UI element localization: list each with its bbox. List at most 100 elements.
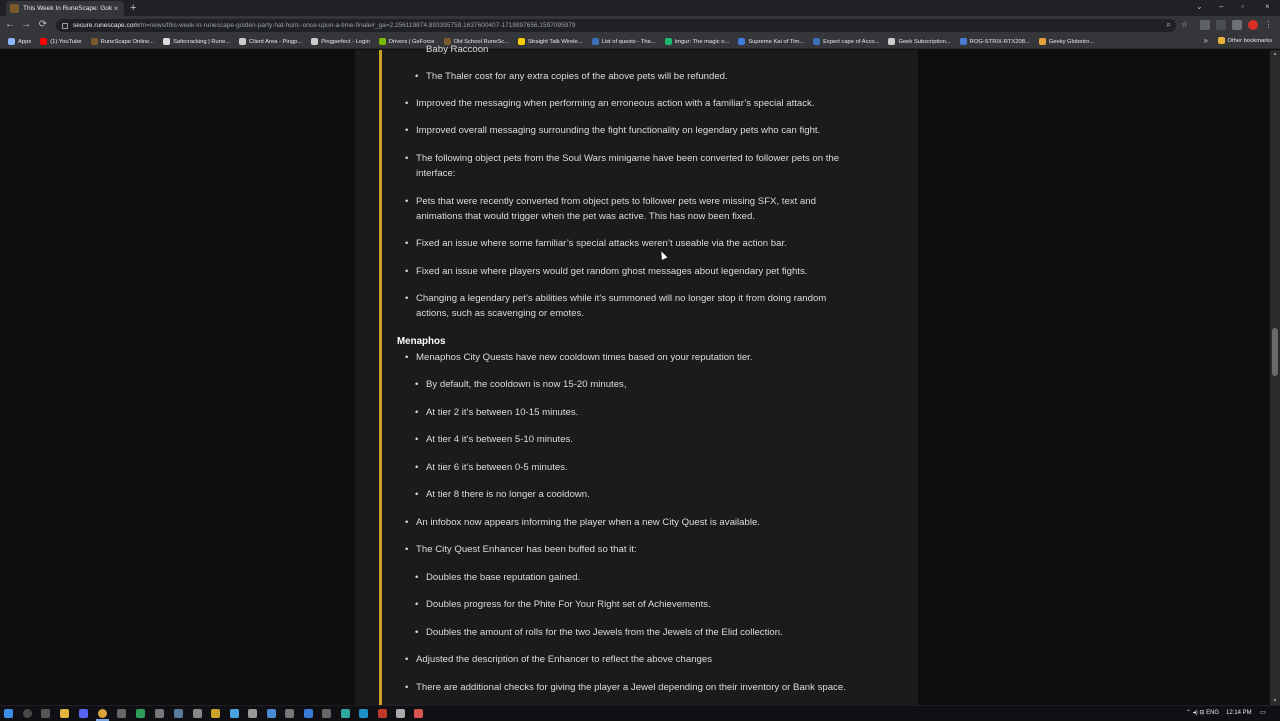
bookmark-item[interactable]: Geek Subscription... xyxy=(888,38,951,45)
taskbar-app-icon[interactable] xyxy=(248,709,257,718)
taskbar-app-icon[interactable] xyxy=(304,709,313,718)
sub-list-item: Baby Raccoon xyxy=(426,44,489,55)
other-bookmarks-folder[interactable]: Other bookmarks xyxy=(1217,37,1272,44)
bookmark-label: Client Area - Pingp... xyxy=(249,38,303,45)
taskbar-app-icon[interactable] xyxy=(211,709,220,718)
taskbar-app-icon[interactable] xyxy=(341,709,350,718)
bookmark-label: Straight Talk Wirele... xyxy=(527,38,583,45)
tab-search-icon[interactable]: ⌄ xyxy=(1196,1,1203,13)
bookmark-item[interactable]: Imgur: The magic o... xyxy=(664,38,729,45)
taskbar-app-icon[interactable] xyxy=(230,709,239,718)
discord-icon[interactable] xyxy=(79,709,88,718)
taskbar-app-icon[interactable] xyxy=(396,709,405,718)
section-heading-menaphos: Menaphos xyxy=(397,336,446,347)
rog-icon xyxy=(959,38,967,45)
list-item: There are additional checks for giving t… xyxy=(405,680,846,695)
bookmark-item[interactable]: RuneScape Online... xyxy=(90,38,154,45)
extension-icon[interactable] xyxy=(1200,20,1210,30)
taskbar-app-icon[interactable] xyxy=(136,709,145,718)
taskbar-app-icon[interactable] xyxy=(155,709,164,718)
apps-grid-icon xyxy=(8,38,15,45)
bookmark-item[interactable]: Geeky Globetro... xyxy=(1038,38,1094,45)
taskbar-app-icon[interactable] xyxy=(267,709,276,718)
bookmark-label: Supreme Kai of Tim... xyxy=(748,38,805,45)
browser-tab-active[interactable]: This Week In RuneScape: Golden × xyxy=(6,1,124,16)
sub-list-item: At tier 2 it’s between 10-15 minutes. xyxy=(415,405,578,420)
list-item: Pets that were recently converted from o… xyxy=(405,194,816,209)
taskbar-app-icon[interactable] xyxy=(117,709,126,718)
more-bookmarks-icon[interactable]: » xyxy=(1204,36,1208,45)
sub-list-item: At tier 8 there is no longer a cooldown. xyxy=(415,487,590,502)
bookmark-label: List of quests - The... xyxy=(601,38,656,45)
list-item: Improved the messaging when performing a… xyxy=(405,96,815,111)
page-scrollbar[interactable]: ▲ ▼ xyxy=(1270,50,1280,705)
tab-title: This Week In RuneScape: Golden xyxy=(23,5,112,12)
file-explorer-icon[interactable] xyxy=(60,709,69,718)
list-item: Fixed an issue where some familiar’s spe… xyxy=(405,236,787,251)
bookmark-label: ROG-STRIX-RTX208... xyxy=(969,38,1030,45)
bookmark-item[interactable]: Expert cape of Acco... xyxy=(813,38,879,45)
profile-avatar-icon[interactable] xyxy=(1248,20,1258,30)
list-item: actions, such as scavenging or emotes. xyxy=(416,308,584,319)
bookmark-item[interactable]: Pingperfect - Login xyxy=(311,38,370,45)
zoom-icon[interactable]: ⌕ xyxy=(1164,20,1173,29)
list-item: animations that would trigger when the p… xyxy=(416,211,755,222)
bookmark-item[interactable]: Apps xyxy=(8,38,31,45)
taskbar-app-icon[interactable] xyxy=(174,709,183,718)
taskbar-app-icon[interactable] xyxy=(193,709,202,718)
windows-taskbar: ⌃ ◂) ⊟ ENG 12:14 PM ▭ xyxy=(0,705,1280,721)
straighttalk-icon xyxy=(517,38,525,45)
bookmark-item[interactable]: ROG-STRIX-RTX208... xyxy=(959,38,1030,45)
list-item: Changing a legendary pet’s abilities whi… xyxy=(405,291,826,306)
bookmark-item[interactable]: Supreme Kai of Tim... xyxy=(738,38,804,45)
bookmark-item[interactable]: (1) YouTube xyxy=(40,38,82,45)
geforce-icon xyxy=(378,38,386,45)
bookmark-label: Apps xyxy=(18,38,32,45)
list-item: Improved overall messaging surrounding t… xyxy=(405,123,820,138)
bookmark-label: (1) YouTube xyxy=(50,38,82,45)
close-window-button[interactable]: × xyxy=(1265,1,1270,13)
puzzle-extensions-icon[interactable] xyxy=(1232,20,1242,30)
bookmark-item[interactable]: Client Area - Pingp... xyxy=(239,38,302,45)
taskbar-app-icon[interactable] xyxy=(359,709,368,718)
new-tab-button[interactable]: + xyxy=(130,1,136,15)
bookmark-label: Pingperfect - Login xyxy=(321,38,370,45)
chrome-icon[interactable] xyxy=(98,709,107,718)
bookmark-item[interactable]: Straight Talk Wirele... xyxy=(517,38,583,45)
sub-list-item: Doubles progress for the Phite For Your … xyxy=(415,597,711,612)
globe-icon xyxy=(1038,38,1046,45)
notifications-icon[interactable]: ▭ xyxy=(1260,708,1266,719)
bookmarks-bar: Apps (1) YouTube RuneScape Online... Safecr… xyxy=(0,35,1280,49)
taskbar-app-icon[interactable] xyxy=(414,709,423,718)
task-view-icon[interactable] xyxy=(41,709,50,718)
taskbar-app-icon[interactable] xyxy=(378,709,387,718)
minimize-button[interactable]: – xyxy=(1219,1,1223,13)
windows-start-icon[interactable] xyxy=(4,709,13,718)
extension-icon[interactable] xyxy=(1216,20,1226,30)
wiki-icon xyxy=(813,38,821,45)
scrollbar-thumb[interactable] xyxy=(1272,328,1278,376)
tab-close-icon[interactable]: × xyxy=(112,4,120,13)
bookmark-star-icon[interactable]: ☆ xyxy=(1180,20,1189,29)
menu-kebab-icon[interactable]: ⋮ xyxy=(1264,20,1273,29)
bookmark-item[interactable]: Safecracking | Rune... xyxy=(163,38,230,45)
taskbar-app-icon[interactable] xyxy=(322,709,331,718)
taskbar-app-icon[interactable] xyxy=(285,709,294,718)
reload-button[interactable]: ⟳ xyxy=(37,19,49,31)
scroll-up-icon[interactable]: ▲ xyxy=(1272,51,1278,57)
back-button[interactable]: ← xyxy=(4,19,16,31)
list-item: An infobox now appears informing the pla… xyxy=(405,515,760,530)
maximize-button[interactable]: ▫ xyxy=(1241,1,1244,13)
address-bar[interactable]: secure.runescape.com/m=news/this-week-in… xyxy=(56,19,1176,32)
other-bookmarks-label: Other bookmarks xyxy=(1227,37,1272,44)
forward-button[interactable]: → xyxy=(20,19,32,31)
search-icon[interactable] xyxy=(23,709,32,718)
list-item: Adjusted the description of the Enhancer… xyxy=(405,652,712,667)
url-host: secure.runescape.com xyxy=(73,22,139,29)
list-item: The following object pets from the Soul … xyxy=(405,151,839,166)
system-tray-icons[interactable]: ⌃ ◂) ⊟ ENG xyxy=(1186,708,1219,719)
taskbar-clock[interactable]: 12:14 PM xyxy=(1226,708,1252,719)
url-text: secure.runescape.com/m=news/this-week-in… xyxy=(73,22,576,29)
bookmark-item[interactable]: List of quests - The... xyxy=(591,38,656,45)
scroll-down-icon[interactable]: ▼ xyxy=(1272,698,1278,704)
